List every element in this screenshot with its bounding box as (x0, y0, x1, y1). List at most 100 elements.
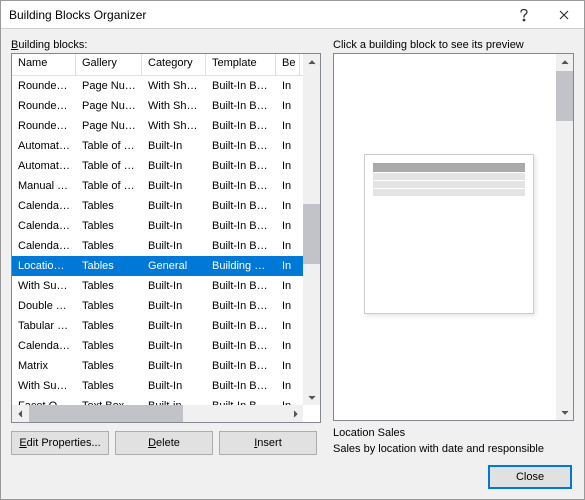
cell-category: With Sha… (142, 78, 206, 94)
table-row[interactable]: Calendar 4TablesBuilt-InBuilt-In B…In (12, 336, 320, 356)
delete-button[interactable]: Delete (115, 431, 213, 455)
table-row[interactable]: Tabular Li…TablesBuilt-InBuilt-In B…In (12, 316, 320, 336)
dialog-footer: Close (1, 455, 584, 499)
table-row[interactable]: With Sub…TablesBuilt-InBuilt-In B…In (12, 276, 320, 296)
preview-box (333, 53, 574, 421)
table-row[interactable]: Calendar 2TablesBuilt-InBuilt-In B…In (12, 216, 320, 236)
scroll-thumb[interactable] (303, 204, 320, 264)
cell-category: Built-In (142, 378, 206, 394)
cell-behavior: In (276, 258, 300, 274)
hscroll-thumb[interactable] (29, 405, 183, 422)
cell-template: Built-In B… (206, 298, 276, 314)
cell-template: Built-In B… (206, 198, 276, 214)
scroll-up-icon[interactable] (303, 54, 320, 71)
scroll-left-icon[interactable] (12, 405, 29, 422)
cell-name: Calendar 3 (12, 198, 76, 214)
table-row[interactable]: Calendar 1TablesBuilt-InBuilt-In B…In (12, 236, 320, 256)
cell-name: Rounded… (12, 78, 76, 94)
cell-category: Built-In (142, 138, 206, 154)
scroll-thumb[interactable] (556, 71, 573, 121)
grid-body: Rounded…Page Nu…With Sha…Built-In B…InRo… (12, 76, 320, 422)
right-pane: Click a building block to see its previe… (333, 39, 574, 455)
dialog-building-blocks-organizer: Building Blocks Organizer Building block… (0, 0, 585, 500)
table-row[interactable]: Rounded…Page Nu…With Sha…Built-In B…In (12, 96, 320, 116)
preview-item-description: Sales by location with date and responsi… (333, 443, 574, 455)
cell-behavior: In (276, 298, 300, 314)
cell-gallery: Tables (76, 378, 142, 394)
cell-template: Built-In B… (206, 158, 276, 174)
cell-name: Double T… (12, 298, 76, 314)
cell-category: Built-In (142, 178, 206, 194)
cell-gallery: Tables (76, 238, 142, 254)
cell-name: Rounded… (12, 118, 76, 134)
cell-gallery: Table of … (76, 178, 142, 194)
close-button[interactable]: Close (488, 465, 572, 489)
preview-hint-label: Click a building block to see its previe… (333, 39, 574, 51)
vertical-scrollbar[interactable] (303, 54, 320, 405)
table-row[interactable]: Automati…Table of …Built-InBuilt-In B…In (12, 156, 320, 176)
cell-gallery: Tables (76, 258, 142, 274)
cell-template: Built-In B… (206, 358, 276, 374)
cell-behavior: In (276, 98, 300, 114)
scroll-down-icon[interactable] (303, 388, 320, 405)
table-row[interactable]: MatrixTablesBuilt-InBuilt-In B…In (12, 356, 320, 376)
cell-gallery: Tables (76, 318, 142, 334)
titlebar: Building Blocks Organizer (1, 1, 584, 29)
cell-template: Built-In B… (206, 318, 276, 334)
cell-template: Built-In B… (206, 138, 276, 154)
table-row[interactable]: Rounded…Page Nu…With Sha…Built-In B…In (12, 76, 320, 96)
cell-gallery: Page Nu… (76, 118, 142, 134)
cell-name: With Sub… (12, 378, 76, 394)
cell-category: General (142, 258, 206, 274)
column-header-behavior[interactable]: Be (276, 54, 300, 75)
scroll-down-icon[interactable] (556, 403, 573, 420)
scroll-right-icon[interactable] (286, 405, 303, 422)
table-row[interactable]: Location …TablesGeneralBuilding …In (12, 256, 320, 276)
cell-gallery: Table of … (76, 158, 142, 174)
close-window-button[interactable] (544, 1, 584, 28)
cell-behavior: In (276, 178, 300, 194)
cell-gallery: Tables (76, 218, 142, 234)
table-row[interactable]: Double T…TablesBuilt-InBuilt-In B…In (12, 296, 320, 316)
edit-properties-button[interactable]: Edit Properties... (11, 431, 109, 455)
table-row[interactable]: Automati…Table of …Built-InBuilt-In B…In (12, 136, 320, 156)
cell-template: Built-In B… (206, 218, 276, 234)
cell-name: Tabular Li… (12, 318, 76, 334)
cell-name: Calendar 2 (12, 218, 76, 234)
cell-category: Built-In (142, 238, 206, 254)
cell-name: Automati… (12, 138, 76, 154)
scroll-up-icon[interactable] (556, 54, 573, 71)
cell-behavior: In (276, 198, 300, 214)
cell-gallery: Page Nu… (76, 98, 142, 114)
content-area: Building blocks: Name Gallery Category T… (1, 29, 584, 455)
table-row[interactable]: Rounded…Page Nu…With Sha…Built-In B…In (12, 116, 320, 136)
insert-button[interactable]: Insert (219, 431, 317, 455)
cell-gallery: Page Nu… (76, 78, 142, 94)
cell-category: Built-In (142, 298, 206, 314)
building-blocks-grid[interactable]: Name Gallery Category Template Be Rounde… (11, 53, 321, 423)
column-header-category[interactable]: Category (142, 54, 206, 75)
cell-template: Built-In B… (206, 78, 276, 94)
cell-behavior: In (276, 218, 300, 234)
action-button-row: Edit Properties... Delete Insert (11, 431, 321, 455)
horizontal-scrollbar[interactable] (12, 405, 303, 422)
cell-category: With Sha… (142, 118, 206, 134)
cell-name: Rounded… (12, 98, 76, 114)
preview-item-name: Location Sales (333, 427, 574, 439)
cell-behavior: In (276, 378, 300, 394)
cell-template: Built-In B… (206, 338, 276, 354)
cell-category: Built-In (142, 278, 206, 294)
table-row[interactable]: Manual T…Table of …Built-InBuilt-In B…In (12, 176, 320, 196)
cell-template: Built-In B… (206, 378, 276, 394)
cell-template: Built-In B… (206, 98, 276, 114)
column-header-template[interactable]: Template (206, 54, 276, 75)
help-button[interactable] (504, 1, 544, 28)
preview-table-graphic (373, 163, 525, 196)
column-header-gallery[interactable]: Gallery (76, 54, 142, 75)
table-row[interactable]: With Sub…TablesBuilt-InBuilt-In B…In (12, 376, 320, 396)
preview-vertical-scrollbar[interactable] (556, 54, 573, 420)
cell-behavior: In (276, 338, 300, 354)
column-header-name[interactable]: Name (12, 54, 76, 75)
cell-template: Built-In B… (206, 178, 276, 194)
table-row[interactable]: Calendar 3TablesBuilt-InBuilt-In B…In (12, 196, 320, 216)
